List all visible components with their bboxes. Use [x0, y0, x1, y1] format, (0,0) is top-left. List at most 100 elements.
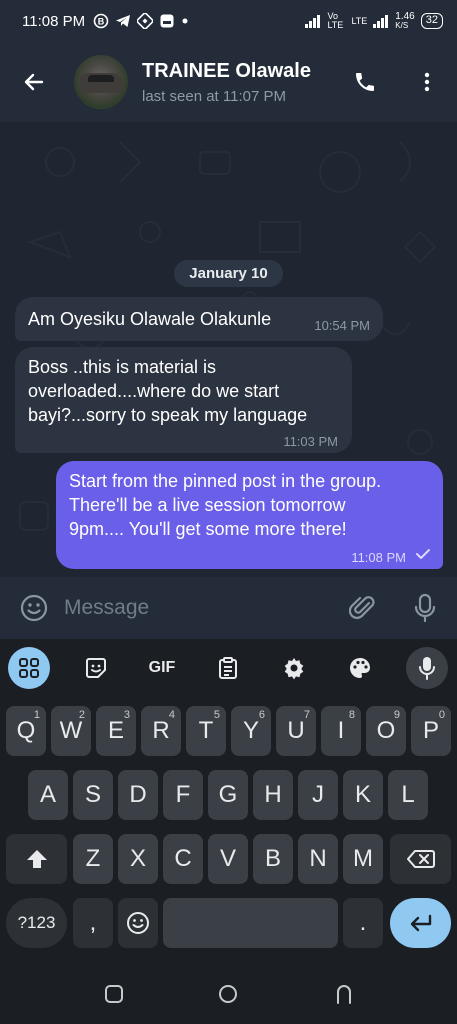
- key-f[interactable]: F: [163, 770, 203, 820]
- avatar-car-window: [88, 75, 114, 82]
- key-b[interactable]: B: [253, 834, 293, 884]
- key-d[interactable]: D: [118, 770, 158, 820]
- key-m[interactable]: M: [343, 834, 383, 884]
- key-label: K: [354, 781, 371, 808]
- emoji-button[interactable]: [14, 588, 54, 628]
- key-label: V: [219, 845, 236, 872]
- message-input[interactable]: [64, 588, 343, 628]
- key-label: T: [198, 717, 214, 744]
- key-z[interactable]: Z: [73, 834, 113, 884]
- key-k[interactable]: K: [343, 770, 383, 820]
- key-v[interactable]: V: [208, 834, 248, 884]
- theme-button[interactable]: [339, 647, 381, 689]
- key-c[interactable]: C: [163, 834, 203, 884]
- key-j[interactable]: J: [298, 770, 338, 820]
- message-line: 9pm.... You'll get some more there!: [69, 519, 347, 539]
- period-key[interactable]: .: [343, 898, 383, 948]
- home-button[interactable]: [215, 981, 241, 1007]
- key-n[interactable]: N: [298, 834, 338, 884]
- attach-icon: [349, 596, 375, 619]
- back-nav-button[interactable]: [331, 981, 357, 1007]
- key-label: A: [39, 781, 56, 808]
- call-button[interactable]: [345, 62, 385, 102]
- signal-icon-2: [373, 15, 389, 28]
- avatar[interactable]: [74, 55, 128, 109]
- chat-area[interactable]: January 10 Am Oyesiku Olawale Olakunle 1…: [0, 122, 457, 577]
- key-i[interactable]: I8: [321, 706, 361, 756]
- key-l[interactable]: L: [388, 770, 428, 820]
- key-hint: 2: [78, 709, 85, 721]
- gif-button[interactable]: GIF: [141, 647, 183, 689]
- key-label: M: [353, 845, 373, 872]
- key-label: U: [287, 717, 305, 744]
- clipboard-button[interactable]: [207, 647, 249, 689]
- key-label: B: [264, 845, 281, 872]
- message-time: 11:03 PM: [283, 434, 338, 449]
- gif-label: GIF: [148, 659, 176, 676]
- settings-icon: [284, 658, 304, 680]
- back-button[interactable]: [16, 64, 52, 100]
- key-hint: 8: [348, 709, 355, 721]
- key-q[interactable]: Q1: [6, 706, 46, 756]
- key-label: I: [337, 717, 345, 744]
- key-o[interactable]: O9: [366, 706, 406, 756]
- enter-key[interactable]: [390, 898, 451, 948]
- key-label: Y: [242, 717, 259, 744]
- key-label: G: [218, 781, 238, 808]
- sticker-button[interactable]: [75, 647, 117, 689]
- backspace-key[interactable]: [390, 834, 451, 884]
- emoji-icon: [127, 912, 149, 934]
- key-label: D: [129, 781, 147, 808]
- more-options-button[interactable]: [407, 62, 447, 102]
- contact-info[interactable]: TRAINEE Olawale last seen at 11:07 PM: [142, 60, 345, 105]
- attach-button[interactable]: [343, 588, 383, 628]
- shift-key[interactable]: [6, 834, 67, 884]
- key-e[interactable]: E3: [96, 706, 136, 756]
- key-label: S: [84, 781, 101, 808]
- key-h[interactable]: H: [253, 770, 293, 820]
- symbols-key[interactable]: ?123: [6, 898, 67, 948]
- apps-grid-button[interactable]: [8, 647, 50, 689]
- backspace-icon: [406, 850, 435, 868]
- back-icon: [337, 985, 351, 1004]
- key-p[interactable]: P0: [411, 706, 451, 756]
- key-r[interactable]: R4: [141, 706, 181, 756]
- message-time: 10:54 PM: [314, 318, 370, 333]
- status-time: 11:08 PM: [22, 12, 86, 30]
- key-label: L: [401, 781, 415, 808]
- key-u[interactable]: U7: [276, 706, 316, 756]
- key-x[interactable]: X: [118, 834, 158, 884]
- palette-icon: [350, 658, 370, 678]
- key-a[interactable]: A: [28, 770, 68, 820]
- key-w[interactable]: W2: [51, 706, 91, 756]
- message-text: Boss ..this is material is overloaded...…: [28, 355, 307, 427]
- key-g[interactable]: G: [208, 770, 248, 820]
- space-key[interactable]: [163, 898, 338, 948]
- message-time: 11:08 PM: [351, 550, 406, 565]
- key-t[interactable]: T5: [186, 706, 226, 756]
- key-y[interactable]: Y6: [231, 706, 271, 756]
- sent-check-icon: [416, 549, 430, 559]
- key-hint: 7: [303, 709, 310, 721]
- status-right: Vo LTE LTE 1.46 K/S 32: [305, 12, 443, 30]
- lte-label: LTE: [351, 16, 368, 26]
- recents-button[interactable]: [101, 981, 127, 1007]
- message-line: Start from the pinned post in the group.: [69, 471, 382, 491]
- outgoing-message[interactable]: Start from the pinned post in the group.…: [56, 461, 443, 569]
- key-label: H: [264, 781, 282, 808]
- voice-record-button[interactable]: [405, 588, 445, 628]
- key-label: ?123: [17, 913, 56, 932]
- key-s[interactable]: S: [73, 770, 113, 820]
- comma-key[interactable]: ,: [73, 898, 113, 948]
- emoji-key[interactable]: [118, 898, 158, 948]
- keyboard-settings-button[interactable]: [273, 647, 315, 689]
- incoming-message[interactable]: Boss ..this is material is overloaded...…: [15, 347, 352, 453]
- voice-typing-button[interactable]: [406, 647, 448, 689]
- key-hint: 1: [33, 709, 40, 721]
- sticker-icon: [86, 658, 106, 678]
- key-label: C: [174, 845, 192, 872]
- app-notification-icon: [137, 13, 154, 29]
- incoming-message[interactable]: Am Oyesiku Olawale Olakunle 10:54 PM: [15, 297, 383, 341]
- key-label: W: [59, 717, 83, 744]
- keyboard-toolbar: GIF: [0, 639, 457, 695]
